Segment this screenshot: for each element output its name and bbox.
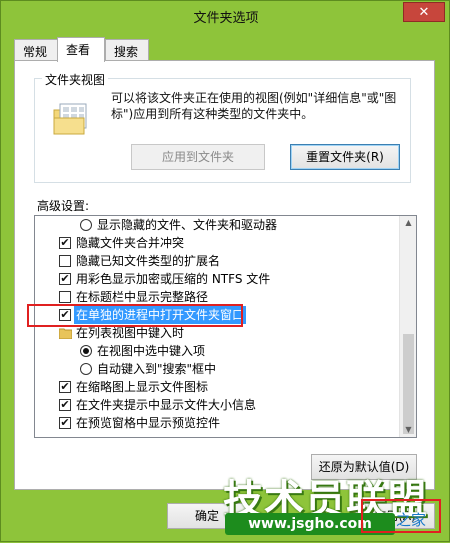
thumbnail-icon-checkbox[interactable]: ✔ [59, 381, 71, 393]
tab-view[interactable]: 查看 [57, 37, 105, 62]
folder-view-group: 文件夹视图 可以将该文件夹正在使用的视图(例如"详细信息"或"图标")应用到所有… [34, 71, 411, 183]
view-tab-panel: 文件夹视图 可以将该文件夹正在使用的视图(例如"详细信息"或"图标")应用到所有… [14, 60, 435, 490]
scroll-up-icon[interactable]: ▲ [403, 218, 414, 228]
list-item-label: 用彩色显示加密或压缩的 NTFS 文件 [76, 272, 271, 286]
scroll-thumb[interactable] [403, 334, 414, 434]
scroll-down-icon[interactable]: ▼ [403, 425, 414, 435]
list-scrollbar[interactable]: ▲ ▼ [399, 216, 416, 437]
folder-options-dialog: 文件夹选项 ✕ 常规 查看 搜索 文件夹视图 可以将该文件夹正在使用的视图(例如… [0, 0, 450, 542]
hide-merge-conflicts-checkbox[interactable]: ✔ [59, 237, 71, 249]
file-size-tips-checkbox[interactable]: ✔ [59, 399, 71, 411]
title-bar[interactable]: 文件夹选项 ✕ [1, 1, 450, 31]
list-item-label: 隐藏文件夹合并冲突 [76, 236, 185, 250]
full-path-checkbox[interactable] [59, 291, 71, 303]
tab-general[interactable]: 常规 [14, 39, 58, 61]
list-item-label: 在预览窗格中显示预览控件 [76, 416, 221, 430]
list-item-label: 显示隐藏的文件、文件夹和驱动器 [97, 218, 278, 232]
hide-extensions-checkbox[interactable] [59, 255, 71, 267]
advanced-settings-label: 高级设置: [37, 199, 90, 213]
preview-handlers-checkbox[interactable]: ✔ [59, 417, 71, 429]
list-item-label: 隐藏已知文件类型的扩展名 [76, 254, 221, 268]
window-title: 文件夹选项 [193, 11, 259, 26]
folder-icon [59, 328, 72, 339]
folder-view-title: 文件夹视图 [42, 71, 109, 88]
tab-search[interactable]: 搜索 [105, 39, 149, 61]
reset-folders-button[interactable]: 重置文件夹(R) [290, 144, 400, 170]
list-item-label: 自动键入到"搜索"框中 [97, 362, 217, 376]
close-button[interactable]: ✕ [403, 2, 445, 22]
list-item-label: 在视图中选中键入项 [97, 344, 206, 358]
show-hidden-radio[interactable] [80, 219, 92, 231]
select-typed-radio[interactable] [80, 345, 92, 357]
apply-to-folders-button[interactable]: 应用到文件夹 [131, 144, 265, 170]
highlight-annotation [27, 304, 243, 327]
folder-view-icon [53, 103, 87, 135]
list-item-label: 在缩略图上显示文件图标 [76, 380, 209, 394]
corner-annotation [361, 499, 441, 533]
list-item-label: 在文件夹提示中显示文件大小信息 [76, 398, 257, 412]
type-into-search-radio[interactable] [80, 363, 92, 375]
color-ntfs-checkbox[interactable]: ✔ [59, 273, 71, 285]
folder-view-description: 可以将该文件夹正在使用的视图(例如"详细信息"或"图标")应用到所有这种类型的文… [111, 91, 397, 121]
